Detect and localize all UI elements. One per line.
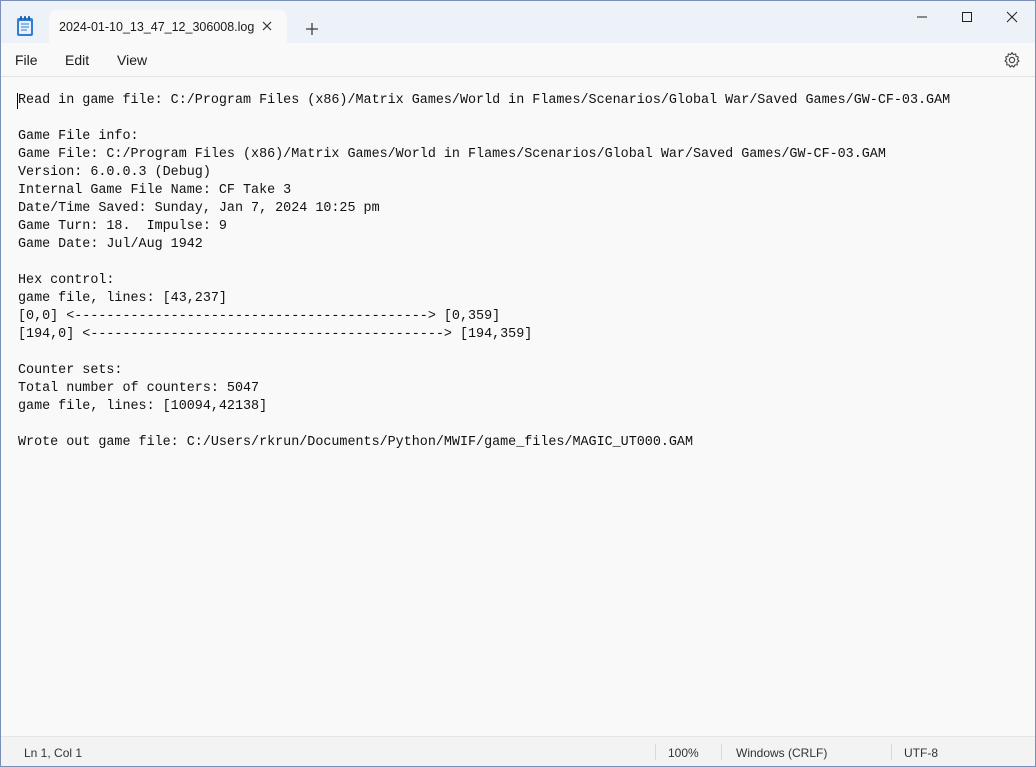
editor-line: Date/Time Saved: Sunday, Jan 7, 2024 10:… [18,201,380,216]
tab-log-file[interactable]: 2024-01-10_13_47_12_306008.log [49,10,287,43]
notepad-icon [15,15,35,37]
editor-line: Read in game file: C:/Program Files (x86… [18,93,951,108]
editor-line: Game Date: Jul/Aug 1942 [18,237,203,252]
notepad-window: 2024-01-10_13_47_12_306008.log File Edit… [0,0,1036,767]
close-icon[interactable] [989,1,1035,33]
tab-title: 2024-01-10_13_47_12_306008.log [59,20,255,34]
editor-line: game file, lines: [10094,42138] [18,399,268,414]
menu-edit[interactable]: Edit [65,52,89,68]
menu-file[interactable]: File [15,52,38,68]
editor-line: [194,0] <-------------------------------… [18,327,533,342]
plus-icon[interactable] [301,18,323,40]
status-bar: Ln 1, Col 1 100% Windows (CRLF) UTF-8 [1,736,1035,766]
menu-bar: File Edit View [1,43,1035,77]
maximize-icon[interactable] [944,1,990,33]
editor-line: Counter sets: [18,363,123,378]
minimize-icon[interactable] [899,1,945,33]
editor-line: Total number of counters: 5047 [18,381,260,396]
editor-line: game file, lines: [43,237] [18,291,227,306]
title-bar: 2024-01-10_13_47_12_306008.log [1,1,1035,43]
text-editor[interactable]: Read in game file: C:/Program Files (x86… [1,78,1035,735]
close-icon[interactable] [259,18,275,34]
zoom-level[interactable]: 100% [668,746,699,760]
editor-line: Wrote out game file: C:/Users/rkrun/Docu… [18,435,693,450]
status-divider [721,744,722,760]
gear-icon[interactable] [1002,50,1022,70]
editor-line: Game Turn: 18. Impulse: 9 [18,219,227,234]
menu-view[interactable]: View [117,52,147,68]
editor-line: Game File: C:/Program Files (x86)/Matrix… [18,147,886,162]
cursor-position: Ln 1, Col 1 [24,746,83,760]
editor-line: Version: 6.0.0.3 (Debug) [18,165,211,180]
editor-line: Game File info: [18,129,139,144]
editor-line: Hex control: [18,273,115,288]
editor-line: Internal Game File Name: CF Take 3 [18,183,292,198]
line-ending[interactable]: Windows (CRLF) [736,746,827,760]
encoding[interactable]: UTF-8 [904,746,938,760]
text-caret [17,93,18,109]
editor-line: [0,0] <---------------------------------… [18,309,501,324]
editor-content[interactable]: Read in game file: C:/Program Files (x86… [18,92,1025,452]
status-divider [891,744,892,760]
status-divider [655,744,656,760]
